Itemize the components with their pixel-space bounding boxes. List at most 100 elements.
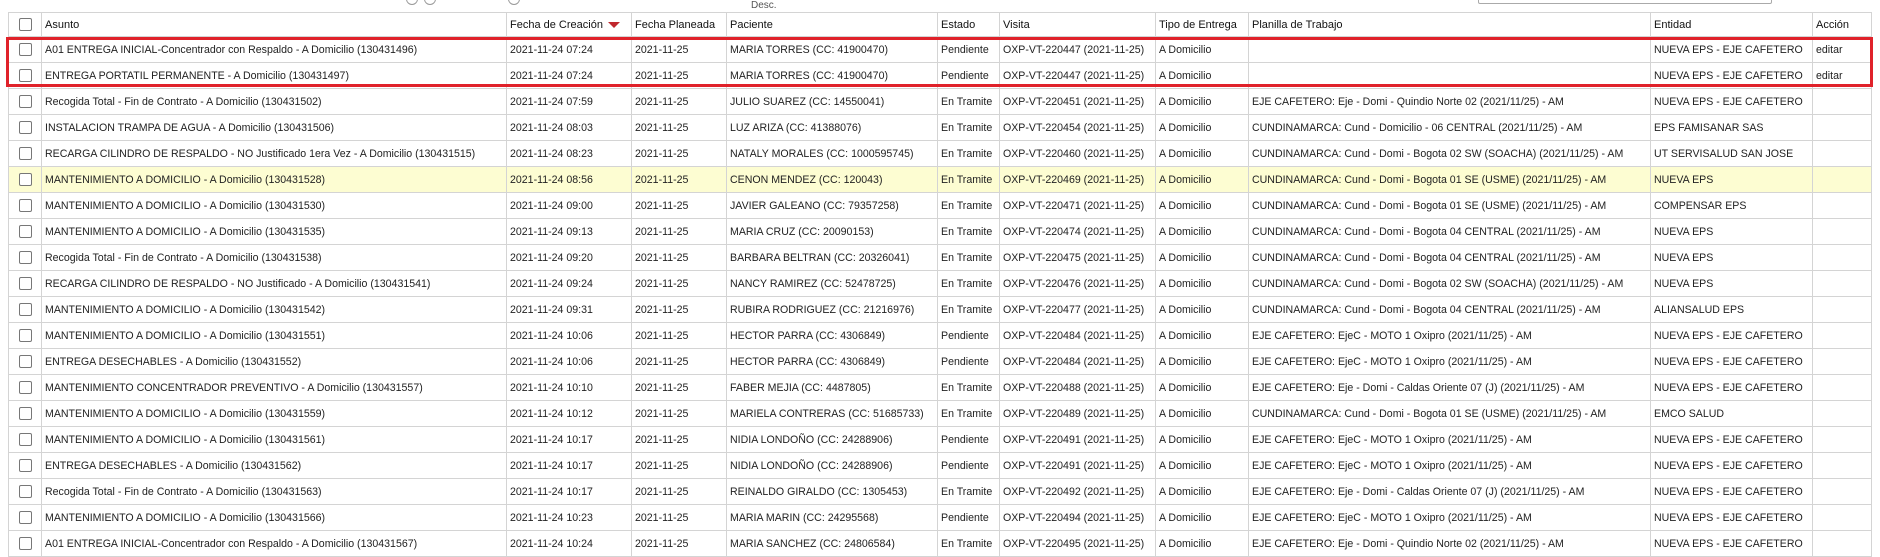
row-checkbox[interactable] xyxy=(18,225,32,238)
table-row[interactable]: MANTENIMIENTO A DOMICILIO - A Domicilio … xyxy=(8,426,1872,453)
table-row[interactable]: MANTENIMIENTO A DOMICILIO - A Domicilio … xyxy=(8,218,1872,245)
row-checkbox-cell[interactable] xyxy=(8,166,42,193)
row-checkbox[interactable] xyxy=(18,199,32,212)
table-row[interactable]: MANTENIMIENTO A DOMICILIO - A Domicilio … xyxy=(8,296,1872,323)
select-all-checkbox-cell[interactable] xyxy=(8,12,42,37)
table-row[interactable]: RECARGA CILINDRO DE RESPALDO - NO Justif… xyxy=(8,140,1872,167)
row-checkbox[interactable] xyxy=(18,69,32,82)
row-checkbox[interactable] xyxy=(18,355,32,368)
estado-cell: Pendiente xyxy=(937,426,1000,453)
column-header-fecha-planeada[interactable]: Fecha Planeada xyxy=(631,12,727,37)
radio-icon[interactable] xyxy=(406,0,418,5)
tipo-entrega-cell: A Domicilio xyxy=(1155,62,1249,89)
radio-icon[interactable] xyxy=(508,0,520,5)
table-row[interactable]: MANTENIMIENTO A DOMICILIO - A Domicilio … xyxy=(8,192,1872,219)
select-all-checkbox[interactable] xyxy=(18,18,32,31)
row-checkbox[interactable] xyxy=(18,303,32,316)
row-checkbox-cell[interactable] xyxy=(8,478,42,505)
row-checkbox[interactable] xyxy=(18,407,32,420)
estado-cell: En Tramite xyxy=(937,530,1000,557)
table-row[interactable]: ENTREGA DESECHABLES - A Domicilio (13043… xyxy=(8,452,1872,479)
edit-link[interactable]: editar xyxy=(1816,70,1843,82)
row-checkbox-cell[interactable] xyxy=(8,374,42,401)
row-checkbox[interactable] xyxy=(18,251,32,264)
row-checkbox-cell[interactable] xyxy=(8,218,42,245)
tipo-entrega-cell: A Domicilio xyxy=(1155,192,1249,219)
row-checkbox[interactable] xyxy=(18,459,32,472)
row-checkbox-cell[interactable] xyxy=(8,62,42,89)
table-row[interactable]: MANTENIMIENTO A DOMICILIO - A Domicilio … xyxy=(8,322,1872,349)
planilla-cell: EJE CAFETERO: EjeC - MOTO 1 Oxipro (2021… xyxy=(1248,452,1651,479)
asunto-cell: MANTENIMIENTO A DOMICILIO - A Domicilio … xyxy=(41,166,507,193)
table-row[interactable]: MANTENIMIENTO A DOMICILIO - A Domicilio … xyxy=(8,400,1872,427)
row-checkbox-cell[interactable] xyxy=(8,504,42,531)
column-header-planilla[interactable]: Planilla de Trabajo xyxy=(1248,12,1651,37)
table-row[interactable]: ENTREGA DESECHABLES - A Domicilio (13043… xyxy=(8,348,1872,375)
row-checkbox[interactable] xyxy=(18,537,32,550)
table-row[interactable]: ENTREGA PORTATIL PERMANENTE - A Domicili… xyxy=(8,62,1872,89)
row-checkbox-cell[interactable] xyxy=(8,88,42,115)
row-checkbox[interactable] xyxy=(18,381,32,394)
asunto-cell: MANTENIMIENTO A DOMICILIO - A Domicilio … xyxy=(41,192,507,219)
column-header-estado[interactable]: Estado xyxy=(937,12,1000,37)
row-checkbox-cell[interactable] xyxy=(8,244,42,271)
row-checkbox-cell[interactable] xyxy=(8,36,42,63)
paciente-cell: HECTOR PARRA (CC: 4306849) xyxy=(726,322,938,349)
edit-link[interactable]: editar xyxy=(1816,44,1843,56)
fecha-creacion-cell: 2021-11-24 07:24 xyxy=(506,36,632,63)
table-row[interactable]: Recogida Total - Fin de Contrato - A Dom… xyxy=(8,88,1872,115)
column-header-entidad[interactable]: Entidad xyxy=(1650,12,1813,37)
row-checkbox[interactable] xyxy=(18,147,32,160)
column-header-tipo-entrega[interactable]: Tipo de Entrega xyxy=(1155,12,1249,37)
column-header-visita[interactable]: Visita xyxy=(999,12,1156,37)
row-checkbox[interactable] xyxy=(18,43,32,56)
row-checkbox-cell[interactable] xyxy=(8,296,42,323)
row-checkbox-cell[interactable] xyxy=(8,270,42,297)
visita-cell: OXP-VT-220454 (2021-11-25) xyxy=(999,114,1156,141)
row-checkbox[interactable] xyxy=(18,485,32,498)
row-checkbox-cell[interactable] xyxy=(8,400,42,427)
table-row[interactable]: Recogida Total - Fin de Contrato - A Dom… xyxy=(8,478,1872,505)
row-checkbox-cell[interactable] xyxy=(8,192,42,219)
row-checkbox[interactable] xyxy=(18,173,32,186)
row-checkbox[interactable] xyxy=(18,433,32,446)
radio-icon[interactable] xyxy=(424,0,436,5)
row-checkbox-cell[interactable] xyxy=(8,348,42,375)
row-checkbox-cell[interactable] xyxy=(8,426,42,453)
row-checkbox-cell[interactable] xyxy=(8,452,42,479)
paciente-cell: NATALY MORALES (CC: 1000595745) xyxy=(726,140,938,167)
paciente-cell: MARIA TORRES (CC: 41900470) xyxy=(726,62,938,89)
table-row[interactable]: MANTENIMIENTO A DOMICILIO - A Domicilio … xyxy=(8,166,1872,193)
entidad-cell: COMPENSAR EPS xyxy=(1650,192,1813,219)
planilla-cell: EJE CAFETERO: Eje - Domi - Caldas Orient… xyxy=(1248,374,1651,401)
fecha-planeada-cell: 2021-11-25 xyxy=(631,348,727,375)
table-row[interactable]: MANTENIMIENTO A DOMICILIO - A Domicilio … xyxy=(8,504,1872,531)
top-toolbar-strip: Desc. xyxy=(0,0,1880,12)
asunto-cell: A01 ENTREGA INICIAL-Concentrador con Res… xyxy=(41,530,507,557)
table-row[interactable]: INSTALACION TRAMPA DE AGUA - A Domicilio… xyxy=(8,114,1872,141)
row-checkbox-cell[interactable] xyxy=(8,140,42,167)
fecha-planeada-cell: 2021-11-25 xyxy=(631,192,727,219)
row-checkbox-cell[interactable] xyxy=(8,530,42,557)
row-checkbox[interactable] xyxy=(18,277,32,290)
row-checkbox[interactable] xyxy=(18,95,32,108)
table-row[interactable]: RECARGA CILINDRO DE RESPALDO - NO Justif… xyxy=(8,270,1872,297)
row-checkbox-cell[interactable] xyxy=(8,322,42,349)
table-row[interactable]: Recogida Total - Fin de Contrato - A Dom… xyxy=(8,244,1872,271)
table-row[interactable]: A01 ENTREGA INICIAL-Concentrador con Res… xyxy=(8,36,1872,63)
column-header-asunto[interactable]: Asunto xyxy=(41,12,507,37)
row-checkbox[interactable] xyxy=(18,511,32,524)
row-checkbox-cell[interactable] xyxy=(8,114,42,141)
table-row[interactable]: MANTENIMIENTO CONCENTRADOR PREVENTIVO - … xyxy=(8,374,1872,401)
column-header-fecha-creacion[interactable]: Fecha de Creación xyxy=(506,12,632,37)
column-header-paciente[interactable]: Paciente xyxy=(726,12,938,37)
paciente-cell: HECTOR PARRA (CC: 4306849) xyxy=(726,348,938,375)
row-checkbox[interactable] xyxy=(18,329,32,342)
search-input[interactable] xyxy=(1478,0,1772,4)
row-checkbox[interactable] xyxy=(18,121,32,134)
paciente-cell: MARIA MARIN (CC: 24295568) xyxy=(726,504,938,531)
table-row[interactable]: A01 ENTREGA INICIAL-Concentrador con Res… xyxy=(8,530,1872,557)
sort-descending-icon[interactable] xyxy=(607,21,620,28)
accion-cell xyxy=(1812,348,1872,375)
estado-cell: En Tramite xyxy=(937,192,1000,219)
